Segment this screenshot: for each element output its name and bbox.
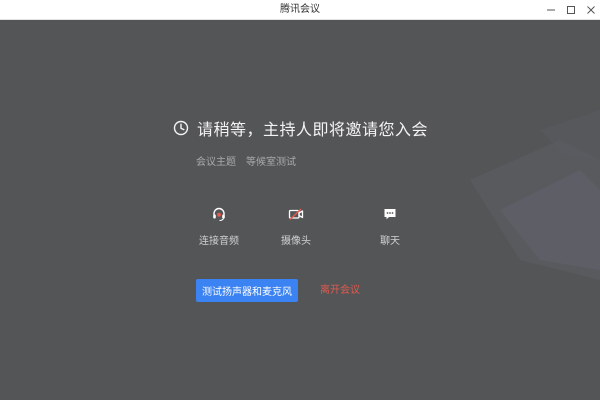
connect-audio-label: 连接音频	[199, 236, 239, 247]
connect-audio-button[interactable]: 连接音频	[189, 206, 249, 247]
chat-button[interactable]: 聊天	[360, 206, 420, 247]
title-bar: 腾讯会议	[0, 0, 600, 20]
window-title: 腾讯会议	[280, 4, 320, 15]
close-button[interactable]	[580, 0, 600, 20]
meeting-topic: 会议主题 等候室测试	[196, 153, 296, 169]
meeting-topic-value: 等候室测试	[246, 157, 296, 168]
clock-icon	[173, 120, 189, 136]
camera-label: 摄像头	[281, 236, 311, 247]
toolbar: 连接音频 摄像头 聊天	[0, 206, 600, 247]
waiting-room-stage: 请稍等，主持人即将邀请您入会 会议主题 等候室测试 连接音频 摄像头 聊天 测试…	[0, 20, 600, 400]
test-speaker-mic-button[interactable]: 测试扬声器和麦克风	[196, 279, 298, 302]
meeting-topic-label: 会议主题	[196, 157, 236, 168]
maximize-button[interactable]	[560, 0, 582, 20]
camera-off-icon	[288, 208, 304, 221]
chat-label: 聊天	[380, 236, 400, 247]
maximize-icon	[567, 6, 575, 14]
waiting-message-row: 请稍等，主持人即将邀请您入会	[173, 116, 428, 140]
close-icon	[587, 6, 595, 14]
chat-icon	[384, 209, 396, 220]
camera-button[interactable]: 摄像头	[266, 206, 326, 247]
minimize-icon	[547, 9, 555, 11]
minimize-button[interactable]	[540, 0, 562, 20]
waiting-message: 请稍等，主持人即将邀请您入会	[197, 120, 429, 139]
headset-icon	[213, 207, 225, 221]
leave-meeting-link[interactable]: 离开会议	[320, 279, 360, 302]
